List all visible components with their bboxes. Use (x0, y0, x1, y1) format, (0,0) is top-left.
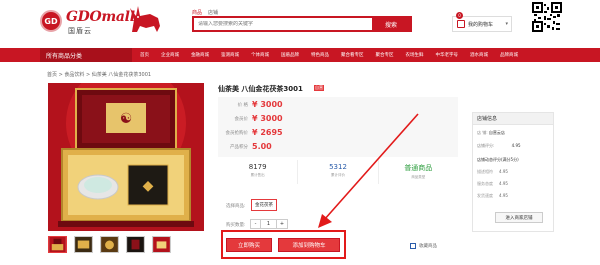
rush-price-value: ¥ 2695 (252, 128, 283, 137)
store-panel-title: 店铺信息 (473, 113, 553, 125)
price-row: 价 格 ¥ 3000 (218, 100, 283, 109)
thumbnail-image[interactable] (100, 236, 119, 253)
quantity-label: 购买数量: (226, 223, 246, 228)
nav-item[interactable]: 首页 (140, 52, 149, 58)
search-tabs: 商品 店铺 (192, 9, 218, 16)
nav-items: 首页 企业商城 金融商城 鉴测商城 个体商城 国盾品牌 特色商品 聚合看专区 聚… (140, 48, 530, 62)
breadcrumb[interactable]: 首页 > 食品饮料 > 仙茶美 八仙金花茯茶3001 (47, 71, 151, 78)
search-tab-products[interactable]: 商品 (192, 9, 202, 16)
nav-item[interactable]: 特色商品 (311, 52, 329, 58)
search-tab-stores[interactable]: 店铺 (208, 9, 218, 16)
donkey-mascot-icon (130, 6, 160, 32)
product-main-image: ☯ ◆ (48, 83, 204, 231)
thumbnail-image[interactable] (152, 236, 171, 253)
store-rating-label: 店铺评分: (477, 143, 495, 148)
nav-item[interactable]: 金融商城 (191, 52, 209, 58)
nav-item[interactable]: 鉴测商城 (221, 52, 239, 58)
favorite-icon (410, 243, 416, 249)
quantity-input[interactable]: 1 (261, 220, 277, 228)
svg-text:◆: ◆ (143, 178, 154, 194)
nav-item[interactable]: 品牌商城 (500, 52, 518, 58)
quantity-stepper: - 1 + (250, 219, 288, 229)
rush-price-label: 会员抢购价 (225, 130, 249, 136)
cart-icon (457, 20, 465, 28)
search-button[interactable]: 搜索 (372, 18, 410, 30)
thumbnail-image[interactable] (74, 236, 93, 253)
product-option[interactable]: 金花茯茶 (251, 199, 277, 211)
store-name-label: 店 铺: (477, 130, 488, 135)
quantity-plus-button[interactable]: + (277, 220, 287, 228)
search-box: 搜索 (192, 16, 412, 32)
nav-item[interactable]: 农场生鲜 (406, 52, 424, 58)
nav-item[interactable]: 聚合专区 (376, 52, 394, 58)
nav-item[interactable]: 国盾品牌 (281, 52, 299, 58)
score-shipping-row: 发货速度 4.95 (477, 193, 508, 198)
points-value: 5.00 (252, 142, 272, 151)
nav-item[interactable]: 中华老字号 (436, 52, 459, 58)
rush-price-row: 会员抢购价 ¥ 2695 (218, 128, 283, 137)
svg-text:☯: ☯ (120, 111, 133, 127)
member-price-label: 会员价 (234, 116, 249, 122)
stat-sold: 8179 累计售出 (218, 160, 299, 184)
nav-item[interactable]: 个体商城 (251, 52, 269, 58)
all-categories-button[interactable]: 所有商品分类 (40, 48, 132, 62)
add-to-cart-button[interactable]: 添加到购物车 (278, 238, 340, 252)
points-row: 产品积分 5.00 (218, 142, 272, 151)
main-nav: 所有商品分类 首页 企业商城 金融商城 鉴测商城 个体商城 国盾品牌 特色商品 … (0, 48, 600, 62)
favorite-button[interactable]: 收藏商品 (410, 243, 437, 249)
store-name-row: 店 铺: 自营云店 (477, 130, 505, 136)
quantity-minus-button[interactable]: - (251, 220, 261, 228)
self-operated-badge: 自营 (314, 85, 324, 91)
store-name[interactable]: 自营云店 (489, 130, 505, 135)
score-service-row: 服务态度 4.95 (477, 181, 508, 186)
store-dynamic-label: 店铺动态评分(满分5分) (477, 157, 519, 162)
buy-now-button[interactable]: 立即购买 (226, 238, 272, 252)
visit-store-button[interactable]: 进入商家店铺 (495, 212, 543, 223)
member-price-row: 会员价 ¥ 3000 (218, 114, 283, 123)
select-product-label: 选择商品: (226, 204, 246, 209)
nav-item[interactable]: 聚合看专区 (341, 52, 364, 58)
chevron-down-icon: ▾ (505, 21, 508, 27)
store-rating: 4.95 (511, 143, 521, 148)
thumbnail-image[interactable] (126, 236, 145, 253)
favorite-label: 收藏商品 (419, 244, 437, 249)
annotation-arrow (318, 113, 419, 228)
thumbnail-image[interactable] (48, 236, 67, 253)
cart-label: 我的购物车 (468, 21, 494, 28)
store-panel: 店铺信息 店 铺: 自营云店 店铺评分: 4.95 店铺动态评分(满分5分) 描… (472, 112, 554, 232)
price-label: 价 格 (237, 102, 248, 108)
points-label: 产品积分 (230, 144, 248, 150)
score-description-row: 描述相符 4.95 (477, 169, 508, 174)
nav-item[interactable]: 酒水商城 (470, 52, 488, 58)
member-price-value: ¥ 3000 (252, 114, 283, 123)
qr-code-icon (532, 2, 562, 32)
cart-count-badge: 0 (456, 12, 463, 19)
stat-sold-number: 8179 (248, 163, 267, 171)
store-rating-row: 店铺评分: 4.95 (477, 143, 521, 149)
logo-mark[interactable]: GD (40, 10, 62, 32)
nav-item[interactable]: 企业商城 (161, 52, 179, 58)
stat-sold-label: 累计售出 (250, 173, 265, 177)
product-title: 仙茶美 八仙金花茯茶3001 (218, 85, 303, 93)
price-value: ¥ 3000 (252, 100, 283, 109)
logo-subtitle: 国盾云 (68, 27, 92, 35)
search-input[interactable] (198, 21, 358, 27)
thumbnail-strip (48, 236, 171, 253)
